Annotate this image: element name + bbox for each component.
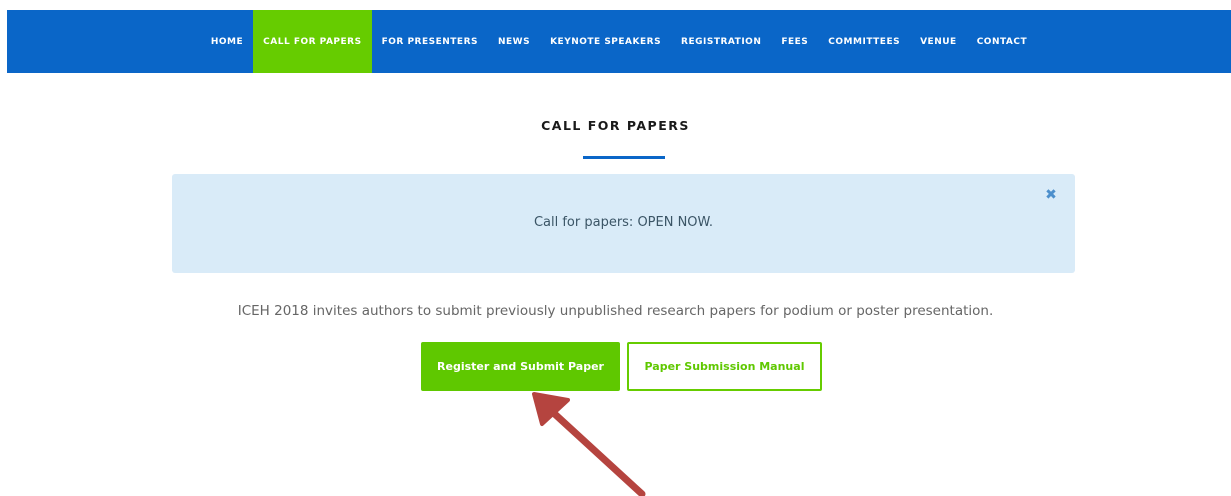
nav-item-keynote-speakers[interactable]: KEYNOTE SPEAKERS bbox=[540, 10, 671, 73]
nav-item-for-presenters[interactable]: FOR PRESENTERS bbox=[372, 10, 488, 73]
paper-submission-manual-button[interactable]: Paper Submission Manual bbox=[627, 342, 822, 391]
call-for-papers-alert: Call for papers: OPEN NOW. ✖ bbox=[172, 174, 1075, 273]
page-title: CALL FOR PAPERS bbox=[541, 118, 690, 133]
annotation-arrow-icon bbox=[532, 392, 646, 496]
intro-text: ICEH 2018 invites authors to submit prev… bbox=[237, 303, 994, 319]
nav-item-home[interactable]: HOME bbox=[201, 10, 253, 73]
nav-item-fees[interactable]: FEES bbox=[771, 10, 818, 73]
close-icon[interactable]: ✖ bbox=[1044, 188, 1058, 202]
nav-item-registration[interactable]: REGISTRATION bbox=[671, 10, 771, 73]
alert-message: Call for papers: OPEN NOW. bbox=[533, 215, 714, 230]
register-and-submit-paper-button[interactable]: Register and Submit Paper bbox=[421, 342, 620, 391]
main-nav-bar: HOME CALL FOR PAPERS FOR PRESENTERS NEWS… bbox=[7, 10, 1231, 73]
nav-item-news[interactable]: NEWS bbox=[488, 10, 540, 73]
nav-item-venue[interactable]: VENUE bbox=[910, 10, 967, 73]
title-underline-divider bbox=[583, 156, 665, 159]
nav-item-contact[interactable]: CONTACT bbox=[967, 10, 1037, 73]
nav-menu: HOME CALL FOR PAPERS FOR PRESENTERS NEWS… bbox=[7, 10, 1231, 73]
nav-item-committees[interactable]: COMMITTEES bbox=[818, 10, 910, 73]
nav-item-call-for-papers[interactable]: CALL FOR PAPERS bbox=[253, 10, 372, 73]
